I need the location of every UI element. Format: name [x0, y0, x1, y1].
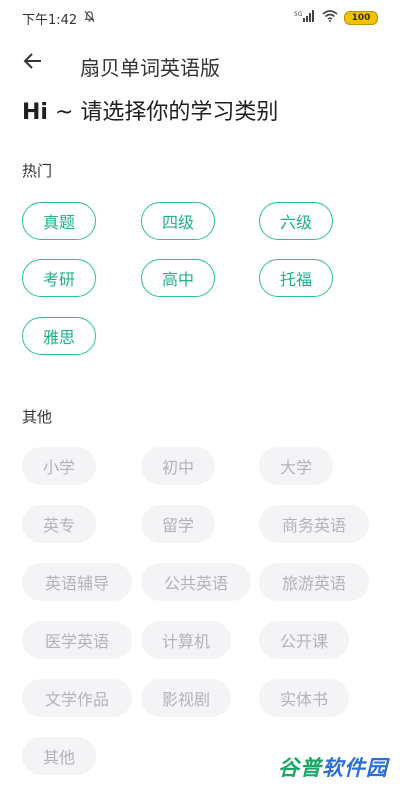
headline-text: ~ 请选择你的学习类别: [47, 100, 279, 125]
category-chip-other[interactable]: 旅游英语: [259, 563, 369, 601]
category-chip-hot[interactable]: 雅思: [22, 317, 96, 355]
category-chip-other[interactable]: 初中: [141, 447, 215, 485]
headline: Hi ~ 请选择你的学习类别: [22, 94, 278, 126]
status-bar: 下午1:42 5G 100: [0, 0, 400, 36]
back-button[interactable]: [20, 50, 46, 76]
category-chip-other[interactable]: 小学: [22, 447, 96, 485]
arrow-left-icon: [23, 51, 43, 75]
status-left: 下午1:42: [22, 9, 96, 28]
category-chip-other[interactable]: 文学作品: [22, 679, 132, 717]
category-chip-hot[interactable]: 高中: [141, 259, 215, 297]
svg-text:5G: 5G: [294, 11, 303, 18]
status-time: 下午1:42: [22, 12, 78, 28]
section-label-hot: 热门: [22, 162, 53, 180]
status-right: 5G 100: [294, 10, 378, 26]
category-chip-hot[interactable]: 四级: [141, 202, 215, 240]
category-chip-other[interactable]: 英专: [22, 505, 96, 543]
category-chip-hot[interactable]: 六级: [259, 202, 333, 240]
category-chip-hot[interactable]: 真题: [22, 202, 96, 240]
category-chip-hot[interactable]: 托福: [259, 259, 333, 297]
signal-icon: 5G: [294, 10, 316, 26]
category-chip-other[interactable]: 实体书: [259, 679, 349, 717]
watermark-part-1: 谷普: [278, 756, 322, 780]
category-chip-other[interactable]: 计算机: [141, 621, 231, 659]
category-chip-other[interactable]: 商务英语: [259, 505, 369, 543]
category-chip-other[interactable]: 公共英语: [141, 563, 251, 601]
watermark-logo: 谷普 软件园: [272, 750, 394, 784]
category-chip-other[interactable]: 医学英语: [22, 621, 132, 659]
watermark-part-2: 软件园: [322, 756, 388, 780]
page-title: 扇贝单词英语版: [80, 56, 220, 80]
wifi-icon: [322, 10, 338, 26]
category-chip-other[interactable]: 公开课: [259, 621, 349, 659]
category-chip-other[interactable]: 英语辅导: [22, 563, 132, 601]
category-chip-other[interactable]: 留学: [141, 505, 215, 543]
category-chip-other[interactable]: 其他: [22, 737, 96, 775]
category-chip-other[interactable]: 大学: [259, 447, 333, 485]
section-label-other: 其他: [22, 408, 53, 426]
battery-indicator: 100: [344, 11, 378, 25]
category-chip-hot[interactable]: 考研: [22, 259, 96, 297]
top-bar: 扇贝单词英语版: [0, 42, 400, 84]
category-chip-other[interactable]: 影视剧: [141, 679, 231, 717]
bell-off-icon: [83, 10, 96, 27]
headline-hi: Hi: [22, 100, 48, 125]
